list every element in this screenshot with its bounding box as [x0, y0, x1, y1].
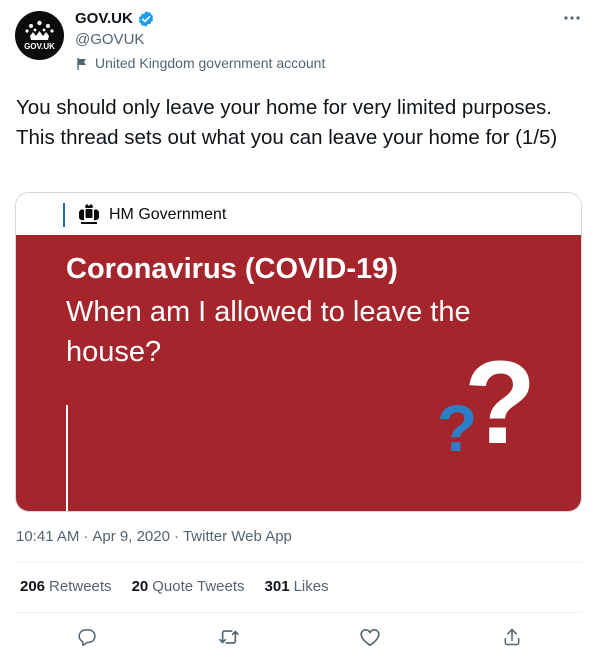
likes-count: 301: [264, 578, 290, 595]
tweet: GOV.UK GOV.UK @GOVUK United Kingdom gove…: [0, 0, 598, 661]
more-icon[interactable]: [560, 6, 584, 30]
display-name-text[interactable]: GOV.UK: [75, 9, 133, 29]
action-bar: [0, 622, 598, 652]
likes-label: Likes: [293, 578, 329, 595]
tweet-time[interactable]: 10:41 AM: [16, 527, 79, 547]
retweets-count: 206: [20, 578, 46, 595]
covid-banner: Coronavirus (COVID-19) When am I allowed…: [16, 235, 581, 511]
like-icon[interactable]: [357, 624, 383, 650]
reply-icon[interactable]: [74, 624, 100, 650]
white-rule: [66, 405, 68, 511]
avatar-text: GOV.UK: [24, 42, 55, 51]
government-label-text: United Kingdom government account: [95, 55, 326, 71]
flag-icon: [75, 56, 89, 70]
divider: [16, 612, 582, 613]
hm-government-text: HM Government: [109, 206, 227, 223]
handle[interactable]: @GOVUK: [75, 30, 144, 50]
tweet-meta: 10:41 AM · Apr 9, 2020 · Twitter Web App: [16, 527, 292, 547]
avatar[interactable]: GOV.UK: [15, 11, 64, 60]
display-name[interactable]: GOV.UK: [75, 9, 155, 29]
quote-tweets-stat[interactable]: 20 Quote Tweets: [132, 577, 245, 597]
media-card[interactable]: HM Government Coronavirus (COVID-19) Whe…: [15, 192, 582, 512]
likes-stat[interactable]: 301 Likes: [265, 577, 329, 597]
tweet-text: You should only leave your home for very…: [16, 96, 558, 149]
gov-bar: [63, 203, 65, 227]
quote-tweets-label: Quote Tweets: [152, 578, 245, 595]
white-question-mark: ?: [464, 337, 537, 469]
meta-separator: ·: [173, 528, 179, 545]
government-label: United Kingdom government account: [75, 53, 325, 73]
retweets-label: Retweets: [49, 578, 112, 595]
card-header: HM Government: [16, 193, 581, 235]
covid-subtitle: When am I allowed to leave the house?: [66, 296, 471, 368]
tweet-source[interactable]: Twitter Web App: [183, 527, 292, 547]
quote-tweets-count: 20: [131, 578, 149, 595]
tweet-stats: 206 Retweets 20 Quote Tweets 301 Likes: [20, 577, 329, 597]
divider: [16, 562, 582, 563]
covid-title: Coronavirus (COVID-19): [66, 253, 398, 285]
verified-badge-icon: [137, 10, 155, 28]
share-icon[interactable]: [499, 624, 525, 650]
meta-separator: ·: [83, 528, 89, 545]
tweet-date[interactable]: Apr 9, 2020: [92, 527, 170, 547]
retweets-stat[interactable]: 206 Retweets: [20, 577, 112, 597]
retweet-icon[interactable]: [216, 624, 242, 650]
royal-crest-icon: [76, 202, 102, 228]
